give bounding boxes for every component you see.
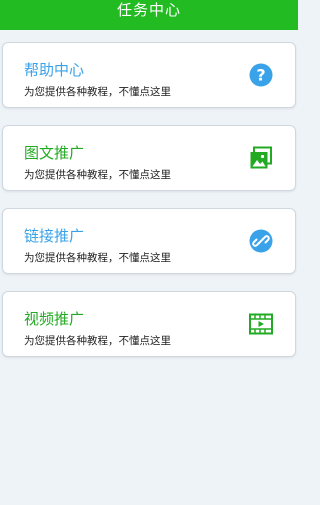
card-subtitle: 为您提供各种教程，不懂点这里 <box>24 252 171 264</box>
card-image-text-promotion[interactable]: 图文推广 为您提供各种教程，不懂点这里 <box>2 125 296 191</box>
card-video-promotion[interactable]: 视频推广 为您提供各种教程，不懂点这里 <box>2 291 296 357</box>
card-title: 帮助中心 <box>24 61 85 79</box>
gallery-icon <box>249 146 273 170</box>
card-subtitle: 为您提供各种教程，不懂点这里 <box>24 86 171 98</box>
card-help-center[interactable]: 帮助中心 为您提供各种教程，不懂点这里 ? <box>2 42 296 108</box>
top-bar: 任务中心 <box>0 0 298 30</box>
video-icon <box>249 312 273 336</box>
help-icon: ? <box>249 63 273 87</box>
page-title: 任务中心 <box>116 0 181 19</box>
card-title: 链接推广 <box>24 227 85 245</box>
card-title: 图文推广 <box>24 144 85 162</box>
svg-text:?: ? <box>256 66 265 85</box>
card-title: 视频推广 <box>24 310 85 328</box>
link-icon <box>249 229 273 253</box>
card-subtitle: 为您提供各种教程，不懂点这里 <box>24 335 171 347</box>
card-link-promotion[interactable]: 链接推广 为您提供各种教程，不懂点这里 <box>2 208 296 274</box>
card-subtitle: 为您提供各种教程，不懂点这里 <box>24 169 171 181</box>
